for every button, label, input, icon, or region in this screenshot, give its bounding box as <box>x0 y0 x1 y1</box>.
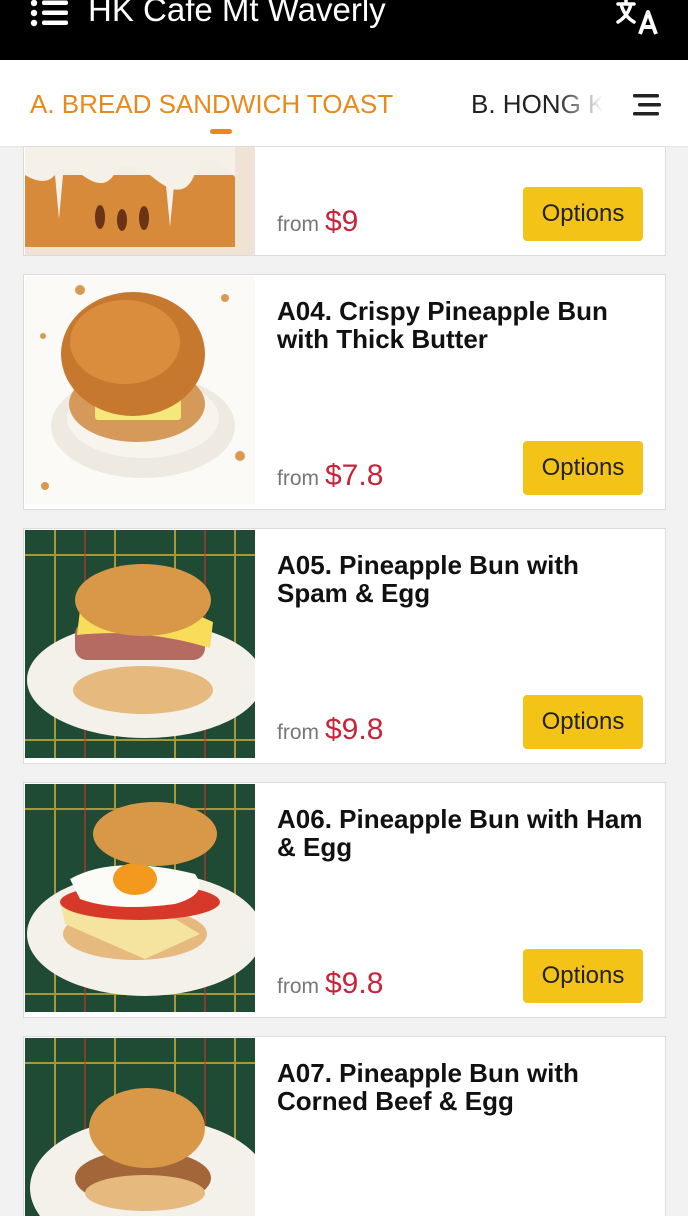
menu-item-card[interactable]: A06. Pineapple Bun with Ham & Egg from $9… <box>23 782 666 1018</box>
price-from-label: from <box>277 467 319 490</box>
app-header: HK Cafe Mt Waverly <box>0 0 688 60</box>
active-tab-indicator <box>210 129 232 134</box>
menu-item-card[interactable]: from $9 Options <box>23 146 666 256</box>
menu-item-card[interactable]: A05. Pineapple Bun with Spam & Egg from $… <box>23 528 666 764</box>
options-button[interactable]: Options <box>523 441 643 495</box>
price-row: from $7.8 <box>277 459 383 493</box>
item-name: A06. Pineapple Bun with Ham & Egg <box>277 804 643 862</box>
price-row: from $9 <box>277 205 358 239</box>
item-photo <box>25 276 255 504</box>
tab-hong-kong[interactable]: B. HONG KONG <box>471 88 603 120</box>
price-from-label: from <box>277 721 319 744</box>
menu-list-icon[interactable] <box>30 0 70 28</box>
category-list-icon[interactable] <box>632 91 662 119</box>
price-value: $9.8 <box>325 967 384 1000</box>
options-button[interactable]: Options <box>523 695 643 749</box>
options-button[interactable]: Options <box>523 187 643 241</box>
item-photo <box>25 784 255 1012</box>
price-from-label: from <box>277 975 319 998</box>
price-row: from $9.8 <box>277 967 383 1001</box>
price-row: from $9.8 <box>277 713 383 747</box>
item-name: A07. Pineapple Bun with Corned Beef & Eg… <box>277 1058 579 1116</box>
price-value: $7.8 <box>325 459 384 492</box>
price-value: $9.8 <box>325 713 384 746</box>
app-title: HK Cafe Mt Waverly <box>88 0 386 28</box>
item-photo <box>25 530 255 758</box>
category-tab-bar: A. BREAD SANDWICH TOAST B. HONG KONG <box>0 60 688 146</box>
menu-item-card[interactable]: A07. Pineapple Bun with Corned Beef & Eg… <box>23 1036 666 1216</box>
menu-item-card[interactable]: A04. Crispy Pineapple Bun with Thick But… <box>23 274 666 510</box>
translate-icon[interactable] <box>616 0 664 40</box>
price-value: $9 <box>325 205 359 238</box>
price-from-label: from <box>277 213 319 236</box>
options-button[interactable]: Options <box>523 949 643 1003</box>
item-name: A04. Crispy Pineapple Bun with Thick But… <box>277 296 608 354</box>
item-photo <box>25 1038 255 1216</box>
item-name: A05. Pineapple Bun with Spam & Egg <box>277 550 579 608</box>
tab-bread-sandwich-toast[interactable]: A. BREAD SANDWICH TOAST <box>30 88 393 120</box>
item-photo <box>25 147 255 255</box>
